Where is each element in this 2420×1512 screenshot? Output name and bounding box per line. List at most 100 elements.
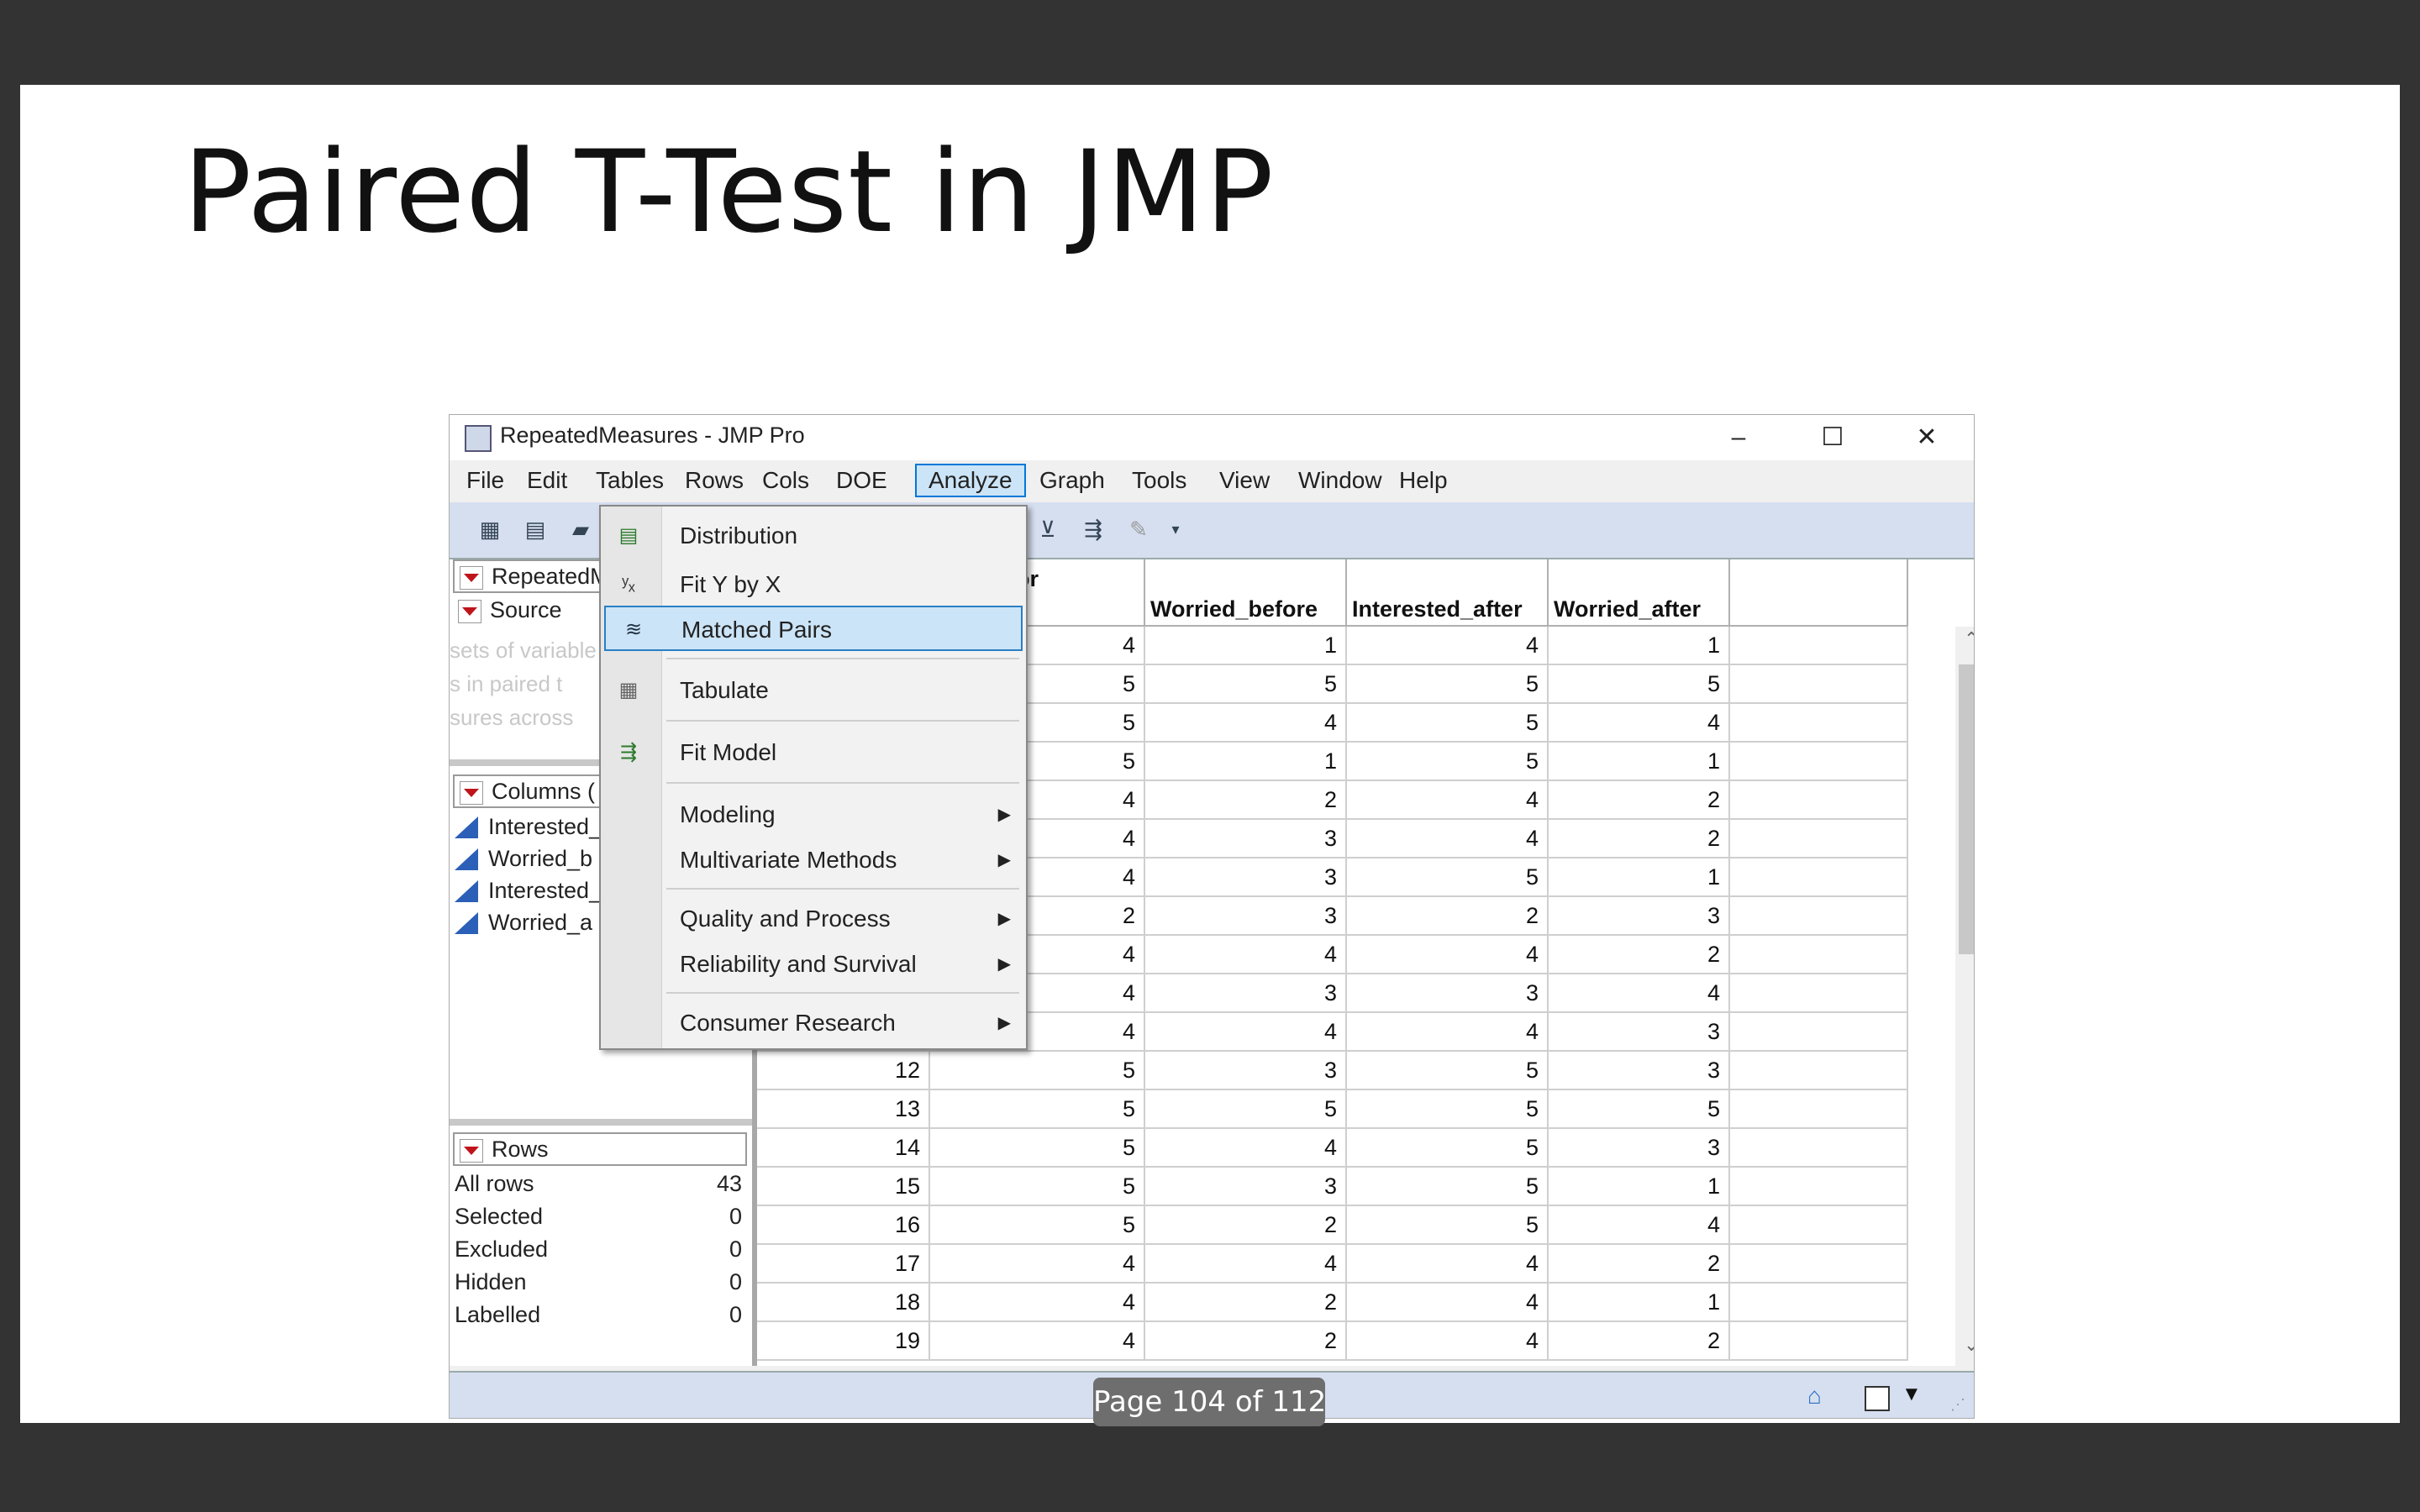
table-cell[interactable]: 4 — [1145, 1129, 1347, 1168]
table-cell[interactable]: 4 — [1145, 1013, 1347, 1052]
window-list-icon[interactable] — [1865, 1386, 1890, 1411]
table-cell[interactable]: 5 — [930, 1090, 1145, 1129]
table-cell[interactable]: 2 — [1549, 820, 1730, 858]
table-cell[interactable]: 2 — [1549, 936, 1730, 974]
scrollbar-thumb[interactable] — [1959, 664, 1974, 954]
table-cell[interactable]: 1 — [1549, 1284, 1730, 1322]
fit-model-tool-icon[interactable]: ⇶ — [1078, 514, 1108, 544]
row-number-cell[interactable]: 17 — [757, 1245, 930, 1284]
table-cell[interactable]: 4 — [1347, 820, 1549, 858]
table-cell[interactable] — [1730, 704, 1908, 743]
row-number-cell[interactable]: 15 — [757, 1168, 930, 1206]
table-cell[interactable]: 1 — [1145, 627, 1347, 665]
menu-help[interactable]: Help — [1387, 464, 1460, 497]
column-item[interactable]: Worried_a — [455, 907, 592, 937]
menu-cols[interactable]: Cols — [750, 464, 821, 497]
row-stat[interactable]: Selected 0 — [455, 1200, 742, 1232]
column-item[interactable]: Interested_ — [455, 875, 602, 906]
table-cell[interactable]: 3 — [1549, 897, 1730, 936]
table-cell[interactable]: 4 — [1347, 1284, 1549, 1322]
row-number-cell[interactable]: 13 — [757, 1090, 930, 1129]
row-number-cell[interactable]: 14 — [757, 1129, 930, 1168]
table-cell[interactable]: 1 — [1549, 858, 1730, 897]
table-cell[interactable]: 2 — [1145, 1284, 1347, 1322]
table-cell[interactable]: 5 — [1347, 1129, 1549, 1168]
table-cell[interactable]: 5 — [1549, 1090, 1730, 1129]
menu-item-modeling[interactable]: Modeling ▶ — [601, 792, 1026, 837]
table-cell[interactable]: 4 — [1549, 704, 1730, 743]
menu-view[interactable]: View — [1207, 464, 1281, 497]
table-cell[interactable]: 5 — [930, 1129, 1145, 1168]
scroll-up-icon[interactable]: ⌃ — [1964, 628, 1974, 650]
table-cell[interactable] — [1730, 1168, 1908, 1206]
menu-item-consumer-research[interactable]: Consumer Research ▶ — [601, 1000, 1026, 1046]
table-cell[interactable]: 3 — [1347, 974, 1549, 1013]
table-cell[interactable]: 4 — [1347, 1013, 1549, 1052]
table-cell[interactable]: 4 — [930, 1245, 1145, 1284]
column-item[interactable]: Worried_b — [455, 843, 592, 874]
table-cell[interactable]: 1 — [1549, 1168, 1730, 1206]
home-icon[interactable]: ⌂ — [1807, 1383, 1822, 1410]
row-number-cell[interactable]: 18 — [757, 1284, 930, 1322]
table-cell[interactable]: 3 — [1145, 974, 1347, 1013]
menu-item-distribution[interactable]: ▤ Distribution — [601, 513, 1026, 559]
table-cell[interactable]: 2 — [1347, 897, 1549, 936]
menu-item-multivariate-methods[interactable]: Multivariate Methods ▶ — [601, 837, 1026, 883]
table-cell[interactable]: 5 — [1347, 1206, 1549, 1245]
table-cell[interactable] — [1730, 743, 1908, 781]
column-header[interactable]: Worried_after — [1549, 559, 1730, 627]
table-cell[interactable] — [1730, 1322, 1908, 1361]
table-cell[interactable]: 5 — [1347, 1052, 1549, 1090]
red-triangle-icon[interactable] — [460, 781, 483, 805]
table-cell[interactable]: 3 — [1145, 897, 1347, 936]
red-triangle-icon[interactable] — [460, 1139, 483, 1163]
table-cell[interactable]: 5 — [1347, 665, 1549, 704]
menu-item-fit-model[interactable]: ⇶ Fit Model — [601, 730, 1026, 775]
menu-item-fit-y-by-x[interactable]: ʸₓ Fit Y by X — [601, 562, 1026, 607]
table-cell[interactable] — [1730, 627, 1908, 665]
table-cell[interactable]: 2 — [1549, 1322, 1730, 1361]
column-header[interactable]: Interested_after — [1347, 559, 1549, 627]
maximize-button[interactable]: ☐ — [1786, 415, 1880, 460]
table-cell[interactable]: 4 — [930, 1284, 1145, 1322]
table-cell[interactable]: 2 — [1145, 1322, 1347, 1361]
column-item[interactable]: Interested_ — [455, 811, 602, 842]
table-cell[interactable] — [1730, 1052, 1908, 1090]
table-cell[interactable]: 2 — [1549, 1245, 1730, 1284]
table-cell[interactable]: 4 — [1347, 1322, 1549, 1361]
table-cell[interactable]: 4 — [1549, 974, 1730, 1013]
table-cell[interactable] — [1730, 1284, 1908, 1322]
row-stat[interactable]: Labelled 0 — [455, 1299, 742, 1331]
table-cell[interactable]: 1 — [1549, 743, 1730, 781]
fit-y-by-x-tool-icon[interactable]: ⊻ — [1033, 514, 1063, 544]
table-cell[interactable] — [1730, 781, 1908, 820]
table-cell[interactable] — [1730, 665, 1908, 704]
table-cell[interactable]: 5 — [1347, 1168, 1549, 1206]
table-cell[interactable]: 3 — [1145, 820, 1347, 858]
table-cell[interactable]: 1 — [1145, 743, 1347, 781]
resize-grip-icon[interactable]: ⋰ — [1950, 1396, 1965, 1414]
red-triangle-icon[interactable] — [460, 566, 483, 590]
menu-file[interactable]: File — [455, 464, 516, 497]
menu-analyze[interactable]: Analyze — [915, 464, 1026, 497]
dropdown-arrow-icon[interactable]: ▼ — [1902, 1383, 1922, 1406]
table-cell[interactable]: 4 — [1145, 936, 1347, 974]
table-cell[interactable]: 2 — [1549, 781, 1730, 820]
table-cell[interactable]: 4 — [1347, 781, 1549, 820]
table-cell[interactable]: 5 — [1347, 704, 1549, 743]
table-cell[interactable]: 3 — [1549, 1129, 1730, 1168]
menu-item-matched-pairs[interactable]: ≋ Matched Pairs — [604, 606, 1023, 651]
table-cell[interactable] — [1730, 974, 1908, 1013]
menu-item-reliability-and-survival[interactable]: Reliability and Survival ▶ — [601, 942, 1026, 987]
table-cell[interactable]: 4 — [1347, 627, 1549, 665]
table-cell[interactable]: 4 — [1549, 1206, 1730, 1245]
panel-divider[interactable] — [450, 1119, 752, 1126]
table-cell[interactable]: 3 — [1549, 1013, 1730, 1052]
table-cell[interactable]: 1 — [1549, 627, 1730, 665]
menu-window[interactable]: Window — [1286, 464, 1394, 497]
row-number-cell[interactable]: 12 — [757, 1052, 930, 1090]
table-cell[interactable] — [1730, 1206, 1908, 1245]
table-cell[interactable]: 2 — [1145, 1206, 1347, 1245]
table-cell[interactable]: 3 — [1549, 1052, 1730, 1090]
table-cell[interactable] — [1730, 1129, 1908, 1168]
